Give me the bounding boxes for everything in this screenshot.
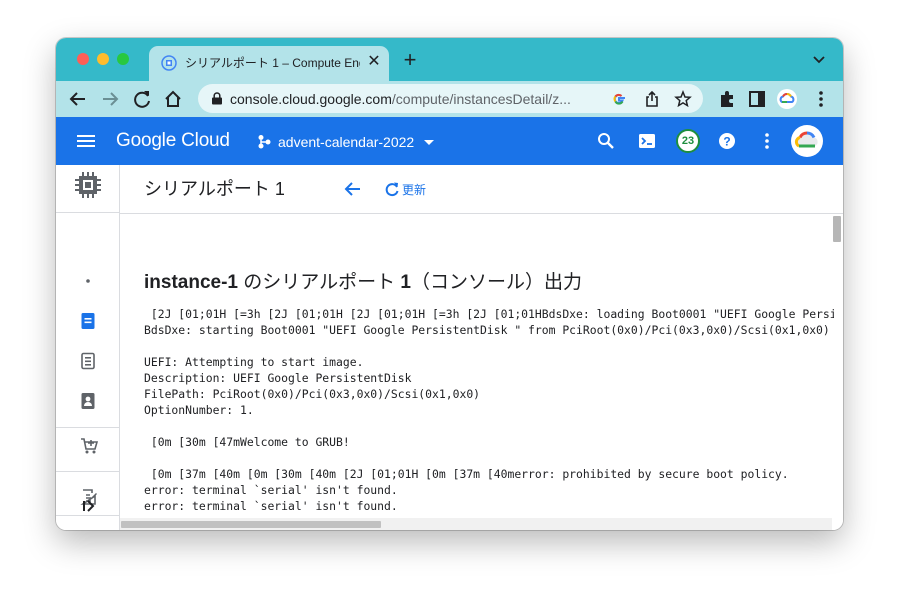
serial-output-heading: instance-1 のシリアルポート 1（コンソール）出力 xyxy=(144,270,582,296)
console-line: error: terminal `serial' isn't found. xyxy=(144,483,398,497)
project-picker[interactable]: advent-calendar-2022 xyxy=(256,131,438,153)
page-title: シリアルポート 1 xyxy=(144,179,285,199)
browser-window: シリアルポート 1 – Compute Engine ✕ + xyxy=(56,38,843,530)
address-bar[interactable]: console.cloud.google.com/compute/instanc… xyxy=(198,84,703,113)
nav-divider xyxy=(56,471,119,472)
console-line: [0m [37m [40m [0m [30m [40m [2J [01;01H … xyxy=(144,467,789,481)
project-hierarchy-icon xyxy=(258,135,271,149)
dot-icon xyxy=(86,279,90,283)
help-icon[interactable]: ? xyxy=(717,131,737,151)
console-line: Description: UEFI Google PersistentDisk xyxy=(144,371,412,385)
vertical-scrollbar[interactable] xyxy=(832,214,843,514)
project-name: advent-calendar-2022 xyxy=(278,134,415,150)
tab-close-icon[interactable]: ✕ xyxy=(365,53,383,71)
port-number: 1 xyxy=(400,272,411,293)
tab-title: シリアルポート 1 – Compute Engine xyxy=(185,56,360,70)
nav-divider xyxy=(56,515,119,516)
heading-text: のシリアルポート xyxy=(237,272,401,293)
compute-engine-icon xyxy=(75,172,101,198)
nav-marketplace[interactable] xyxy=(56,428,119,464)
notification-count-badge[interactable]: 23 xyxy=(676,129,700,153)
fullscreen-window-button[interactable] xyxy=(117,53,129,65)
vm-instance-icon xyxy=(81,313,95,329)
page-header: シリアルポート 1 更新 xyxy=(120,165,843,214)
settings-menu-icon[interactable] xyxy=(757,131,777,151)
forward-arrow-icon[interactable] xyxy=(99,88,121,110)
nav-divider xyxy=(56,212,119,213)
google-translate-icon[interactable] xyxy=(610,90,628,108)
console-line: FilePath: PciRoot(0x0)/Pci(0x3,0x0)/Scsi… xyxy=(144,387,481,401)
console-line: OptionNumber: 1. xyxy=(144,403,254,417)
horizontal-scrollbar-thumb[interactable] xyxy=(121,521,381,528)
tab-strip: シリアルポート 1 – Compute Engine ✕ + xyxy=(56,38,843,81)
serial-output-panel: instance-1 のシリアルポート 1（コンソール）出力 [2J [01;0… xyxy=(120,214,843,530)
back-arrow-icon[interactable] xyxy=(67,88,89,110)
home-icon[interactable] xyxy=(162,88,184,110)
console-line: [0m [30m [47mWelcome to GRUB! xyxy=(144,435,350,449)
console-line: [2J [01;01H [=3h [2J [01;01H [2J [01;01H… xyxy=(150,307,834,321)
back-arrow-icon[interactable] xyxy=(342,178,364,200)
hamburger-menu-icon[interactable] xyxy=(76,131,96,151)
lock-icon[interactable] xyxy=(211,92,223,105)
search-icon[interactable] xyxy=(596,131,616,151)
profile-cloud-icon[interactable] xyxy=(776,88,798,110)
nav-dot-item[interactable] xyxy=(56,263,119,299)
svg-text:?: ? xyxy=(723,135,730,149)
account-avatar-icon[interactable] xyxy=(790,124,824,158)
sole-tenant-icon xyxy=(81,393,95,409)
marketplace-cart-icon xyxy=(81,438,98,454)
expand-nav-icon[interactable] xyxy=(80,497,98,515)
bookmark-star-icon[interactable] xyxy=(674,90,692,108)
close-window-button[interactable] xyxy=(77,53,89,65)
minimize-window-button[interactable] xyxy=(97,53,109,65)
vertical-scrollbar-thumb[interactable] xyxy=(833,216,841,242)
url-text: console.cloud.google.com/compute/instanc… xyxy=(230,91,600,107)
google-cloud-logo[interactable]: Google Cloud xyxy=(116,129,230,153)
nav-vm-instances[interactable] xyxy=(56,303,119,339)
console-line: UEFI: Attempting to start image. xyxy=(144,355,364,369)
reload-icon[interactable] xyxy=(131,88,153,110)
console-line: error: terminal `serial' isn't found. xyxy=(144,499,398,513)
console-line: BdsDxe: starting Boot0001 "UEFI Google P… xyxy=(144,323,830,337)
refresh-icon xyxy=(385,182,399,197)
gcp-header: Google Cloud advent-calendar-2022 23 ? xyxy=(56,117,843,165)
tab-search-chevron-icon[interactable] xyxy=(812,54,826,66)
refresh-button[interactable]: 更新 xyxy=(384,179,426,199)
share-icon[interactable] xyxy=(643,90,661,108)
nav-instance-templates[interactable] xyxy=(56,343,119,379)
browser-toolbar: console.cloud.google.com/compute/instanc… xyxy=(56,81,843,117)
url-path: /compute/instancesDetail/z... xyxy=(391,91,571,107)
instance-name: instance-1 xyxy=(144,272,238,293)
instance-template-icon xyxy=(81,352,95,370)
side-panel-icon[interactable] xyxy=(746,88,768,110)
serial-console-output: [2J [01;01H [=3h [2J [01;01H [2J [01;01H… xyxy=(144,306,834,514)
dropdown-caret-icon xyxy=(424,140,435,145)
heading-suffix: （コンソール）出力 xyxy=(410,272,582,293)
refresh-label: 更新 xyxy=(402,182,427,197)
compute-engine-favicon-icon xyxy=(161,55,177,71)
browser-tab-active[interactable]: シリアルポート 1 – Compute Engine ✕ xyxy=(149,46,389,81)
cloud-shell-icon[interactable] xyxy=(637,131,657,151)
horizontal-scrollbar[interactable] xyxy=(120,518,832,530)
nav-sole-tenant[interactable] xyxy=(56,383,119,419)
extensions-puzzle-icon[interactable] xyxy=(716,88,738,110)
product-side-nav xyxy=(56,165,120,530)
new-tab-button[interactable]: + xyxy=(401,49,419,71)
url-host: console.cloud.google.com xyxy=(230,91,392,107)
browser-menu-icon[interactable] xyxy=(810,88,832,110)
